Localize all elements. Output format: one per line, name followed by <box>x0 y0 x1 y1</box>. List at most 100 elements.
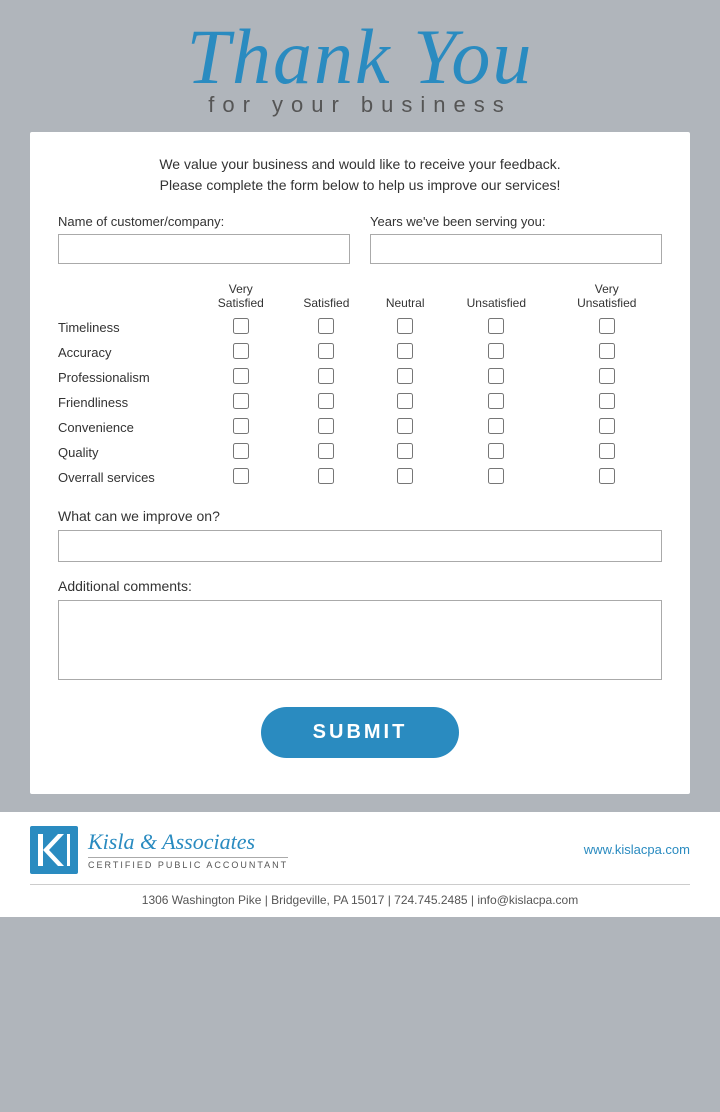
checkbox-3-0[interactable] <box>233 393 249 409</box>
rating-cell-6-1[interactable] <box>284 465 370 490</box>
years-input[interactable] <box>370 234 662 264</box>
rating-cell-3-4[interactable] <box>552 390 662 415</box>
rating-cell-0-0[interactable] <box>198 315 284 340</box>
table-row: Overrall services <box>58 465 662 490</box>
intro-line1: We value your business and would like to… <box>159 156 560 172</box>
checkbox-4-3[interactable] <box>488 418 504 434</box>
rating-cell-1-1[interactable] <box>284 340 370 365</box>
rating-cell-2-4[interactable] <box>552 365 662 390</box>
form-card: We value your business and would like to… <box>30 132 690 794</box>
footer-address: 1306 Washington Pike | Bridgeville, PA 1… <box>30 885 690 917</box>
checkbox-3-2[interactable] <box>397 393 413 409</box>
comments-section: Additional comments: <box>58 578 662 685</box>
rating-cell-3-0[interactable] <box>198 390 284 415</box>
checkbox-5-1[interactable] <box>318 443 334 459</box>
checkbox-3-3[interactable] <box>488 393 504 409</box>
table-row: Timeliness <box>58 315 662 340</box>
checkbox-6-0[interactable] <box>233 468 249 484</box>
rating-cell-1-0[interactable] <box>198 340 284 365</box>
checkbox-4-2[interactable] <box>397 418 413 434</box>
checkbox-5-0[interactable] <box>233 443 249 459</box>
row-label-6: Overrall services <box>58 465 198 490</box>
checkbox-2-3[interactable] <box>488 368 504 384</box>
table-row: Accuracy <box>58 340 662 365</box>
checkbox-5-3[interactable] <box>488 443 504 459</box>
rating-table-wrap: VerySatisfied Satisfied Neutral Unsatisf… <box>58 282 662 490</box>
checkbox-1-3[interactable] <box>488 343 504 359</box>
customer-fields-row: Name of customer/company: Years we've be… <box>58 214 662 264</box>
checkbox-6-3[interactable] <box>488 468 504 484</box>
rating-cell-2-0[interactable] <box>198 365 284 390</box>
rating-cell-6-0[interactable] <box>198 465 284 490</box>
checkbox-5-4[interactable] <box>599 443 615 459</box>
footer-section: Kisla & Associates CERTIFIED PUBLIC ACCO… <box>0 812 720 917</box>
checkbox-6-4[interactable] <box>599 468 615 484</box>
rating-table: VerySatisfied Satisfied Neutral Unsatisf… <box>58 282 662 490</box>
rating-cell-6-2[interactable] <box>369 465 441 490</box>
rating-cell-5-2[interactable] <box>369 440 441 465</box>
checkbox-4-1[interactable] <box>318 418 334 434</box>
rating-cell-4-3[interactable] <box>441 415 551 440</box>
rating-cell-4-4[interactable] <box>552 415 662 440</box>
rating-cell-0-4[interactable] <box>552 315 662 340</box>
table-row: Convenience <box>58 415 662 440</box>
rating-cell-5-4[interactable] <box>552 440 662 465</box>
rating-cell-3-1[interactable] <box>284 390 370 415</box>
checkbox-0-3[interactable] <box>488 318 504 334</box>
checkbox-4-0[interactable] <box>233 418 249 434</box>
checkbox-2-2[interactable] <box>397 368 413 384</box>
rating-cell-5-0[interactable] <box>198 440 284 465</box>
table-row: Professionalism <box>58 365 662 390</box>
checkbox-0-4[interactable] <box>599 318 615 334</box>
improve-input[interactable] <box>58 530 662 562</box>
checkbox-0-1[interactable] <box>318 318 334 334</box>
rating-cell-4-1[interactable] <box>284 415 370 440</box>
rating-cell-1-4[interactable] <box>552 340 662 365</box>
col-unsatisfied: Unsatisfied <box>441 282 551 315</box>
subtitle-text: for your business <box>30 92 690 118</box>
checkbox-1-2[interactable] <box>397 343 413 359</box>
checkbox-2-4[interactable] <box>599 368 615 384</box>
years-label: Years we've been serving you: <box>370 214 662 229</box>
rating-cell-2-1[interactable] <box>284 365 370 390</box>
checkbox-2-0[interactable] <box>233 368 249 384</box>
checkbox-5-2[interactable] <box>397 443 413 459</box>
header-section: Thank You for your business <box>0 0 720 132</box>
rating-cell-0-1[interactable] <box>284 315 370 340</box>
customer-input[interactable] <box>58 234 350 264</box>
submit-wrap: SUBMIT <box>58 707 662 758</box>
checkbox-0-2[interactable] <box>397 318 413 334</box>
rating-cell-0-2[interactable] <box>369 315 441 340</box>
checkbox-3-4[interactable] <box>599 393 615 409</box>
rating-cell-5-3[interactable] <box>441 440 551 465</box>
rating-cell-3-2[interactable] <box>369 390 441 415</box>
rating-cell-4-2[interactable] <box>369 415 441 440</box>
checkbox-0-0[interactable] <box>233 318 249 334</box>
checkbox-1-0[interactable] <box>233 343 249 359</box>
rating-cell-2-2[interactable] <box>369 365 441 390</box>
checkbox-4-4[interactable] <box>599 418 615 434</box>
row-label-3: Friendliness <box>58 390 198 415</box>
checkbox-6-1[interactable] <box>318 468 334 484</box>
rating-cell-6-3[interactable] <box>441 465 551 490</box>
row-label-5: Quality <box>58 440 198 465</box>
customer-field-group: Name of customer/company: <box>58 214 350 264</box>
checkbox-1-1[interactable] <box>318 343 334 359</box>
row-label-4: Convenience <box>58 415 198 440</box>
comments-textarea[interactable] <box>58 600 662 680</box>
rating-cell-6-4[interactable] <box>552 465 662 490</box>
rating-cell-1-3[interactable] <box>441 340 551 365</box>
logo-name: Kisla & Associates <box>88 829 288 855</box>
checkbox-3-1[interactable] <box>318 393 334 409</box>
rating-cell-1-2[interactable] <box>369 340 441 365</box>
checkbox-1-4[interactable] <box>599 343 615 359</box>
submit-button[interactable]: SUBMIT <box>261 707 460 758</box>
rating-cell-2-3[interactable] <box>441 365 551 390</box>
rating-cell-4-0[interactable] <box>198 415 284 440</box>
checkbox-2-1[interactable] <box>318 368 334 384</box>
rating-cell-3-3[interactable] <box>441 390 551 415</box>
rating-cell-5-1[interactable] <box>284 440 370 465</box>
rating-cell-0-3[interactable] <box>441 315 551 340</box>
logo-text-wrap: Kisla & Associates CERTIFIED PUBLIC ACCO… <box>88 829 288 870</box>
checkbox-6-2[interactable] <box>397 468 413 484</box>
